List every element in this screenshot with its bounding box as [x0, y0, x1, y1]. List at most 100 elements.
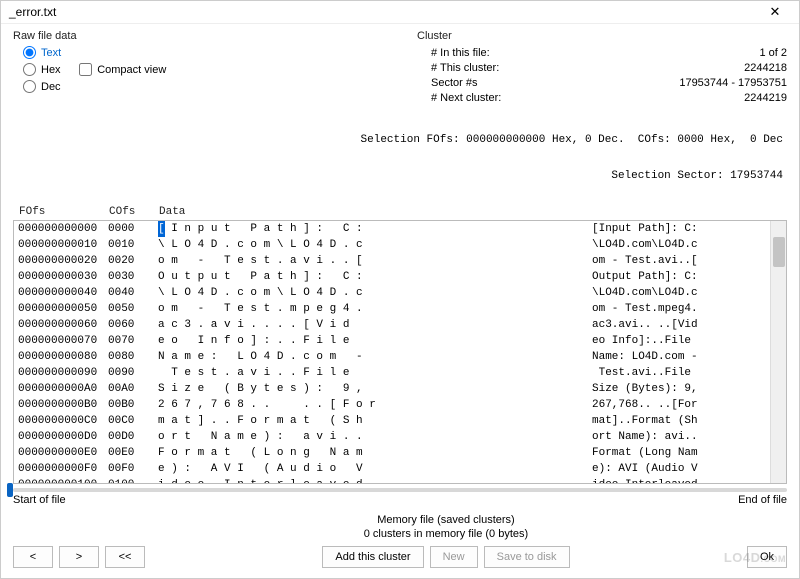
file-position-slider: Start of file End of file — [13, 488, 787, 506]
hex-row-ascii: om - Test.avi..[ — [592, 253, 752, 269]
add-cluster-button[interactable]: Add this cluster — [322, 546, 423, 568]
hex-row-ascii: Format (Long Nam — [592, 445, 752, 461]
cluster-this-value: 2244218 — [744, 61, 787, 76]
hex-row-fofs: 000000000040 — [18, 285, 108, 301]
scrollbar-thumb[interactable] — [773, 237, 785, 267]
hex-row-data: o m - T e s t . a v i . . [ — [158, 253, 592, 269]
bottom-bar: < > << Memory file (saved clusters) 0 cl… — [1, 506, 799, 578]
hex-row-cofs: 0090 — [108, 365, 158, 381]
hex-row-cofs: 0030 — [108, 269, 158, 285]
hex-row-data: a c 3 . a v i . . . . [ V i d — [158, 317, 592, 333]
upper-panel: Raw file data Text Hex Dec — [1, 24, 799, 106]
hex-row[interactable]: 0000000000100010\ L O 4 D . c o m \ L O … — [14, 237, 770, 253]
hex-row-ascii: Name: LO4D.com - — [592, 349, 752, 365]
hex-view[interactable]: 0000000000000000[ I n p u t P a t h ] : … — [13, 220, 787, 484]
cluster-this-row: # This cluster: 2244218 — [417, 61, 787, 76]
radio-hex[interactable]: Hex — [23, 63, 61, 76]
radio-dec[interactable]: Dec — [23, 80, 61, 93]
hex-row[interactable]: 0000000000500050o m - T e s t . m p e g … — [14, 301, 770, 317]
hex-row-data: N a m e : L O 4 D . c o m - — [158, 349, 592, 365]
cluster-group-title: Cluster — [417, 30, 787, 42]
hex-row-data: S i z e ( B y t e s ) : 9 , — [158, 381, 592, 397]
hex-row-cofs: 0020 — [108, 253, 158, 269]
hex-row[interactable]: 0000000001000100i d e o I n t e r l e a … — [14, 477, 770, 483]
nav-buttons: < > << — [13, 546, 145, 568]
hex-row-cofs: 0100 — [108, 477, 158, 483]
hex-row[interactable]: 0000000000A000A0S i z e ( B y t e s ) : … — [14, 381, 770, 397]
hex-row[interactable]: 0000000000B000B02 6 7 , 7 6 8 . . . . [ … — [14, 397, 770, 413]
hex-row-fofs: 000000000020 — [18, 253, 108, 269]
hex-row-cofs: 0050 — [108, 301, 158, 317]
memory-status: 0 clusters in memory file (0 bytes) — [153, 528, 739, 540]
raw-file-data-group: Raw file data Text Hex Dec — [13, 30, 273, 106]
hex-row-data: F o r m a t ( L o n g N a m — [158, 445, 592, 461]
hex-row[interactable]: 0000000000000000[ I n p u t P a t h ] : … — [14, 221, 770, 237]
hex-row[interactable]: 0000000000600060a c 3 . a v i . . . . [ … — [14, 317, 770, 333]
save-to-disk-button[interactable]: Save to disk — [484, 546, 570, 568]
hex-row-data: T e s t . a v i . . F i l e — [158, 365, 592, 381]
radio-text-input[interactable] — [23, 46, 36, 59]
hex-row[interactable]: 0000000000F000F0e ) : A V I ( A u d i o … — [14, 461, 770, 477]
new-button[interactable]: New — [430, 546, 478, 568]
hex-row-cofs: 0010 — [108, 237, 158, 253]
compact-view-label: Compact view — [97, 64, 166, 76]
hex-row-ascii: \LO4D.com\LO4D.c — [592, 285, 752, 301]
ok-button[interactable]: Ok — [747, 546, 787, 568]
hex-row-ascii: 267,768.. ..[For — [592, 397, 752, 413]
hex-row-fofs: 000000000030 — [18, 269, 108, 285]
slider-start-label: Start of file — [13, 494, 66, 506]
rewind-button[interactable]: << — [105, 546, 145, 568]
hex-row-cofs: 00F0 — [108, 461, 158, 477]
selection-line-2: Selection Sector: 17953744 — [1, 170, 783, 182]
hex-row-fofs: 000000000060 — [18, 317, 108, 333]
hex-row[interactable]: 0000000000C000C0m a t ] . . F o r m a t … — [14, 413, 770, 429]
hex-row-ascii: ideo Interleaved — [592, 477, 752, 483]
hex-row-data: e ) : A V I ( A u d i o V — [158, 461, 592, 477]
cluster-sector-row: Sector #s 17953744 - 17953751 — [417, 76, 787, 91]
cluster-next-value: 2244219 — [744, 91, 787, 106]
radio-hex-input[interactable] — [23, 63, 36, 76]
hex-row[interactable]: 0000000000800080N a m e : L O 4 D . c o … — [14, 349, 770, 365]
titlebar: _error.txt ✕ — [1, 1, 799, 24]
hex-row-fofs: 000000000090 — [18, 365, 108, 381]
hex-row[interactable]: 0000000000400040\ L O 4 D . c o m \ L O … — [14, 285, 770, 301]
hex-row-ascii: ac3.avi.. ..[Vid — [592, 317, 752, 333]
hex-row-data: o r t N a m e ) : a v i . . — [158, 429, 592, 445]
hex-row-fofs: 000000000100 — [18, 477, 108, 483]
hex-row[interactable]: 0000000000900090 T e s t . a v i . . F i… — [14, 365, 770, 381]
hex-row[interactable]: 0000000000200020o m - T e s t . a v i . … — [14, 253, 770, 269]
hex-row-cofs: 0040 — [108, 285, 158, 301]
radio-text[interactable]: Text — [23, 46, 61, 59]
hex-row[interactable]: 0000000000E000E0F o r m a t ( L o n g N … — [14, 445, 770, 461]
hex-row-cofs: 00A0 — [108, 381, 158, 397]
hex-row[interactable]: 0000000000D000D0o r t N a m e ) : a v i … — [14, 429, 770, 445]
hex-row[interactable]: 0000000000700070e o I n f o ] : . . F i … — [14, 333, 770, 349]
hex-row-data: m a t ] . . F o r m a t ( S h — [158, 413, 592, 429]
hex-row-fofs: 0000000000A0 — [18, 381, 108, 397]
hex-row-ascii: ort Name): avi.. — [592, 429, 752, 445]
hex-row-data: e o I n f o ] : . . F i l e — [158, 333, 592, 349]
prev-button[interactable]: < — [13, 546, 53, 568]
close-button[interactable]: ✕ — [759, 1, 791, 23]
hex-row-cofs: 0080 — [108, 349, 158, 365]
next-button[interactable]: > — [59, 546, 99, 568]
cluster-sector-value: 17953744 - 17953751 — [679, 76, 787, 91]
cluster-in-file-label: # In this file: — [431, 46, 490, 61]
hex-row-cofs: 00D0 — [108, 429, 158, 445]
cluster-in-file-row: # In this file: 1 of 2 — [417, 46, 787, 61]
vertical-scrollbar[interactable] — [770, 221, 786, 483]
caret: [ — [158, 221, 165, 237]
radio-dec-input[interactable] — [23, 80, 36, 93]
hex-row-cofs: 00B0 — [108, 397, 158, 413]
compact-view-checkbox[interactable]: Compact view — [79, 46, 166, 93]
hex-row-data: 2 6 7 , 7 6 8 . . . . [ F o r — [158, 397, 592, 413]
slider-track[interactable] — [13, 488, 787, 492]
hex-row-ascii: eo Info]:..File — [592, 333, 752, 349]
slider-end-label: End of file — [738, 494, 787, 506]
hex-row[interactable]: 0000000000300030O u t p u t P a t h ] : … — [14, 269, 770, 285]
hex-row-ascii: [Input Path]: C: — [592, 221, 752, 237]
hex-row-fofs: 000000000070 — [18, 333, 108, 349]
slider-thumb[interactable] — [7, 483, 13, 497]
compact-view-input[interactable] — [79, 63, 92, 76]
header-data: Data — [159, 206, 185, 218]
